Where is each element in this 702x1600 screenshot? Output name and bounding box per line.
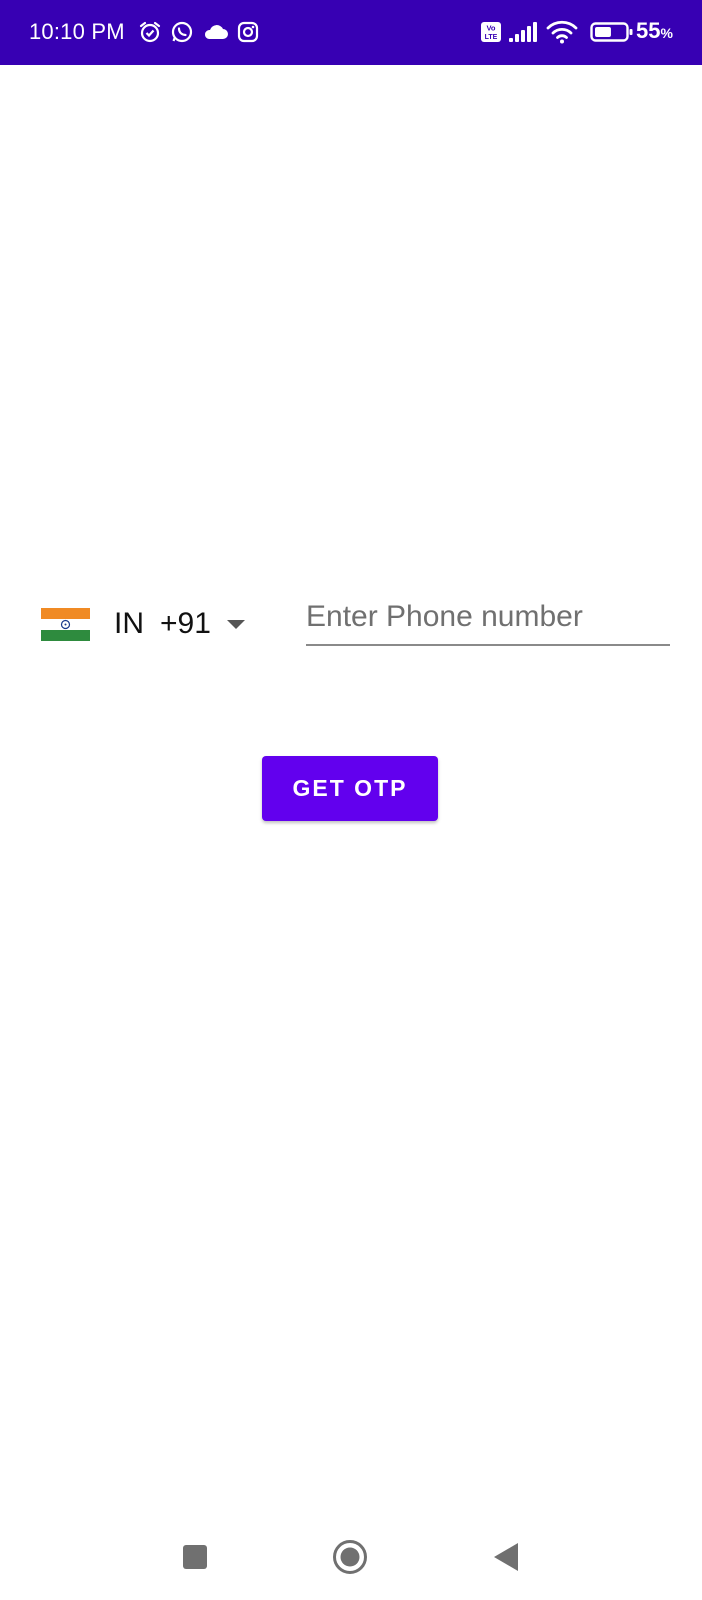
alarm-icon [138, 20, 162, 44]
svg-text:Vo: Vo [486, 24, 495, 33]
instagram-icon [237, 21, 259, 43]
phone-number-input[interactable] [306, 596, 670, 646]
india-flag-icon [41, 608, 90, 641]
volte-icon: Vo LTE [480, 21, 502, 43]
country-code: IN [114, 607, 144, 640]
signal-icon [508, 21, 538, 43]
battery-unit: % [660, 25, 673, 41]
get-otp-button[interactable]: GET OTP [262, 756, 438, 821]
phone-screen: 10:10 PM Vo LTE 55% IN +91 Enter Phone n… [0, 0, 702, 1600]
wifi-icon [546, 20, 578, 44]
cloud-icon [203, 22, 229, 42]
status-bar: 10:10 PM Vo LTE 55% [0, 0, 702, 65]
home-button[interactable] [332, 1539, 368, 1575]
svg-text:LTE: LTE [485, 34, 498, 41]
country-code-picker[interactable]: IN +91 [38, 600, 258, 648]
battery-value: 55 [636, 18, 661, 43]
back-button[interactable] [492, 1542, 520, 1572]
dropdown-arrow-icon[interactable] [226, 619, 246, 631]
battery-percentage: 55% [636, 18, 673, 46]
dial-code: +91 [160, 607, 211, 640]
status-time: 10:10 PM [29, 19, 125, 44]
battery-icon [590, 21, 634, 43]
whatsapp-icon [170, 20, 194, 44]
recents-button[interactable] [182, 1544, 208, 1570]
